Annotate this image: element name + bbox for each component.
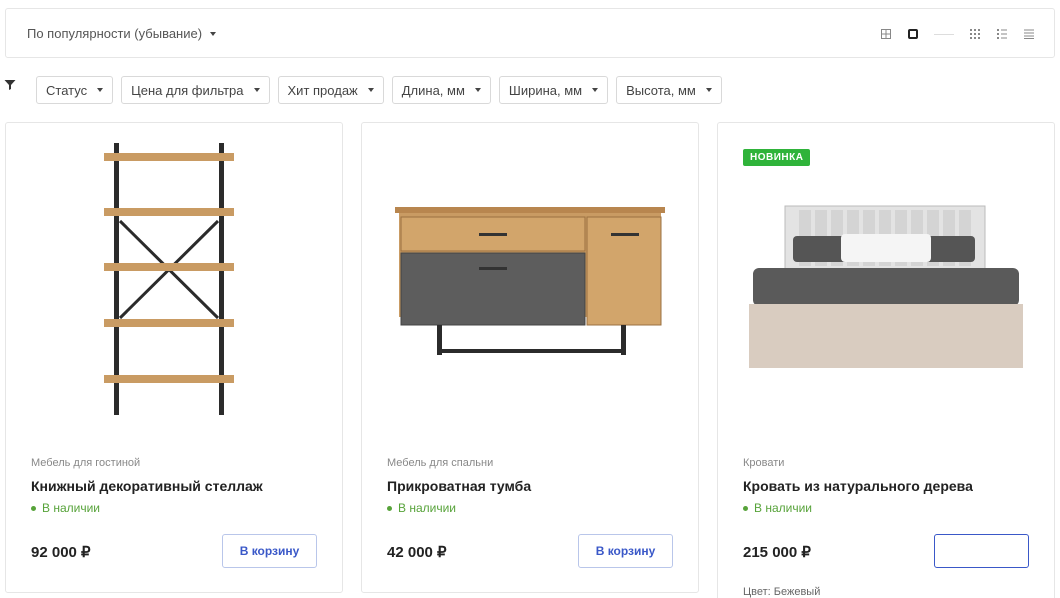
product-price: 215 000 ₽ xyxy=(743,544,811,561)
product-title[interactable]: Кровать из натурального дерева xyxy=(743,478,973,494)
stock-status: В наличии xyxy=(743,501,812,515)
stock-label: В наличии xyxy=(754,501,813,515)
product-image[interactable] xyxy=(362,123,698,443)
filter-status[interactable]: Статус xyxy=(36,76,114,104)
product-category: Кровати xyxy=(743,457,785,469)
product-category: Мебель для спальни xyxy=(387,457,494,469)
stock-label: В наличии xyxy=(42,501,101,515)
filter-label: Статус xyxy=(46,82,88,98)
filter-width[interactable]: Ширина, мм xyxy=(498,76,609,104)
chevron-down-icon xyxy=(97,88,104,92)
product-category: Мебель для гостиной xyxy=(31,457,141,469)
chevron-down-icon xyxy=(592,88,599,92)
stock-dot-icon xyxy=(387,505,392,511)
filter-bestseller[interactable]: Хит продаж xyxy=(277,76,384,104)
product-price: 42 000 ₽ xyxy=(387,544,447,561)
view-divider xyxy=(934,33,954,35)
filter-icon[interactable] xyxy=(4,79,16,91)
add-to-cart-button[interactable]: В корзину xyxy=(578,534,673,568)
add-to-cart-button[interactable]: В корзину xyxy=(222,534,317,568)
chevron-down-icon xyxy=(210,31,217,36)
product-price: 92 000 ₽ xyxy=(31,544,91,561)
sort-bar: По популярности (убывание) xyxy=(5,8,1055,58)
product-image[interactable] xyxy=(718,123,1054,443)
product-image[interactable] xyxy=(6,123,342,443)
sort-dropdown[interactable]: По популярности (убывание) xyxy=(27,26,217,41)
add-to-cart-button[interactable] xyxy=(934,534,1029,568)
product-card[interactable]: Мебель для спальни Прикроватная тумба В … xyxy=(361,122,699,593)
chevron-down-icon xyxy=(705,88,712,92)
stock-label: В наличии xyxy=(398,501,457,515)
product-title[interactable]: Прикроватная тумба xyxy=(387,478,531,494)
filter-label: Длина, мм xyxy=(401,82,465,98)
filter-length[interactable]: Длина, мм xyxy=(391,76,491,104)
bed-image xyxy=(749,205,1023,368)
table-icon[interactable] xyxy=(1022,27,1036,41)
stock-status: В наличии xyxy=(387,501,456,515)
stock-dot-icon xyxy=(743,505,748,511)
new-badge: НОВИНКА xyxy=(743,149,811,166)
grid-dense-icon[interactable] xyxy=(968,27,982,41)
product-card[interactable]: НОВИНКА Кровати Кровать из натурального … xyxy=(717,122,1055,598)
stock-status: В наличии xyxy=(31,501,100,515)
view-switcher xyxy=(879,27,1036,41)
filter-label: Хит продаж xyxy=(287,82,358,98)
stock-dot-icon xyxy=(31,505,36,511)
product-title[interactable]: Книжный декоративный стеллаж xyxy=(31,478,263,494)
list-icon[interactable] xyxy=(995,27,1009,41)
sort-label: По популярности (убывание) xyxy=(27,26,203,41)
filter-bar: Статус Цена для фильтра Хит продаж Длина… xyxy=(4,76,730,104)
chevron-down-icon xyxy=(253,88,260,92)
chevron-down-icon xyxy=(474,88,481,92)
chevron-down-icon xyxy=(367,88,374,92)
product-card[interactable]: Мебель для гостиной Книжный декоративный… xyxy=(5,122,343,593)
product-color: Цвет: Бежевый xyxy=(743,586,821,598)
tile-large-icon[interactable] xyxy=(906,27,920,41)
bookshelf-image xyxy=(104,143,234,415)
nightstand-image xyxy=(395,207,665,355)
filter-price[interactable]: Цена для фильтра xyxy=(121,76,270,104)
filter-label: Ширина, мм xyxy=(508,82,583,98)
grid-small-icon[interactable] xyxy=(879,27,893,41)
filter-label: Высота, мм xyxy=(626,82,696,98)
filter-height[interactable]: Высота, мм xyxy=(616,76,722,104)
filter-label: Цена для фильтра xyxy=(131,82,244,98)
